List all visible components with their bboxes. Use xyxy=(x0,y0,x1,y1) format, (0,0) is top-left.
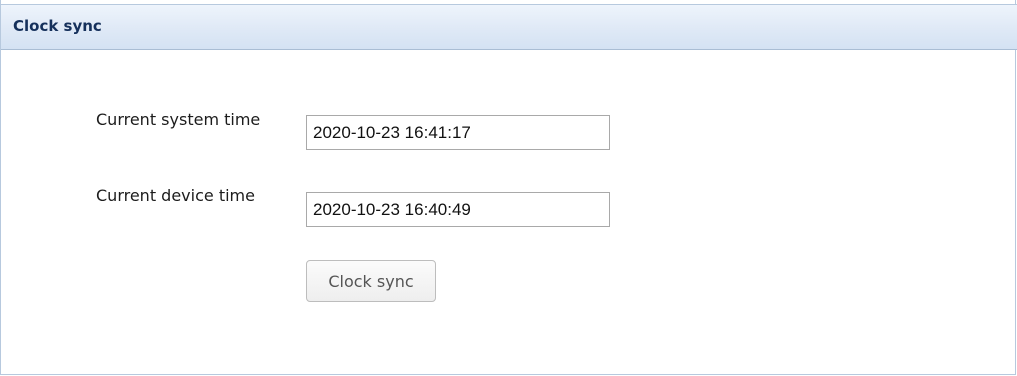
panel-header: Clock sync xyxy=(1,4,1017,50)
device-time-label: Current device time xyxy=(96,186,255,205)
system-time-field[interactable] xyxy=(306,115,610,150)
clock-sync-button[interactable]: Clock sync xyxy=(306,260,436,302)
device-time-field[interactable] xyxy=(306,192,610,227)
system-time-label: Current system time xyxy=(96,110,261,129)
panel-title: Clock sync xyxy=(13,17,102,35)
clock-sync-panel: Clock sync Current system time Current d… xyxy=(0,0,1017,375)
